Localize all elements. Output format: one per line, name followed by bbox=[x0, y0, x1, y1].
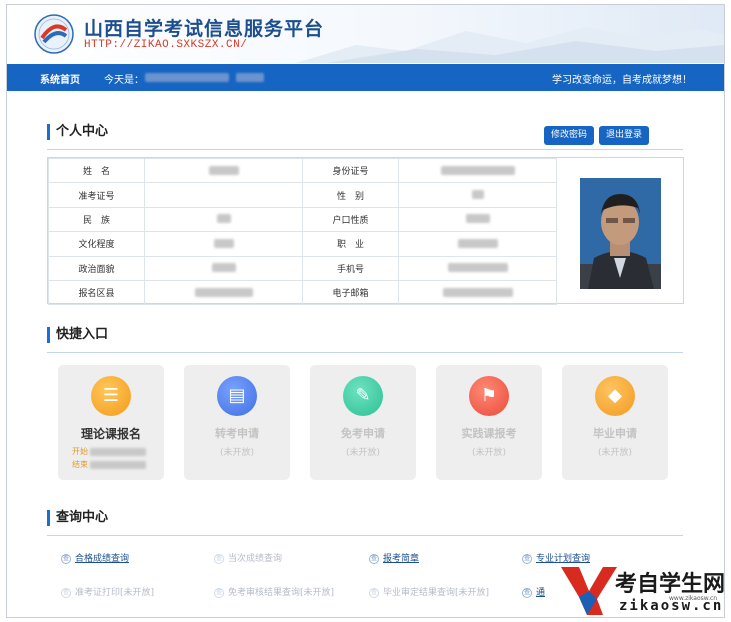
card-status: (未开放) bbox=[597, 448, 633, 458]
card-title: 转考申请 bbox=[215, 427, 259, 440]
watermark-logo: 考自学生网 zikaosw.cn www.zikaosw.cn bbox=[559, 561, 725, 617]
label-name: 姓 名 bbox=[48, 157, 145, 184]
redacted-value bbox=[465, 214, 490, 224]
card-title: 免考申请 bbox=[341, 427, 385, 440]
query-link-notice[interactable]: 查通 bbox=[522, 585, 545, 598]
flag-icon: ⚑ bbox=[469, 376, 509, 416]
query-link-admission-ticket[interactable]: 查准考证打印[未开放] bbox=[61, 585, 154, 598]
card-title: 毕业申请 bbox=[593, 427, 637, 440]
redacted-value bbox=[442, 287, 513, 297]
query-icon: 查 bbox=[522, 587, 532, 598]
nav-date-label: 今天是： bbox=[104, 75, 144, 86]
edit-icon: ✎ bbox=[343, 376, 383, 416]
card-title: 理论课报名 bbox=[80, 427, 141, 441]
card-status: (未开放) bbox=[219, 448, 255, 458]
label-email: 电子邮箱 bbox=[302, 279, 399, 306]
watermark-small: www.zikaosw.cn bbox=[669, 595, 717, 602]
label-household-type: 户口性质 bbox=[302, 206, 399, 233]
query-link-passed-scores[interactable]: 查合格成绩查询 bbox=[61, 551, 129, 564]
card-practical-registration[interactable]: ⚑ 实践课报考 (未开放) bbox=[436, 365, 542, 480]
query-icon: 查 bbox=[369, 587, 379, 598]
query-icon: 查 bbox=[214, 587, 224, 598]
profile-section-title: 个人中心 bbox=[47, 124, 108, 140]
card-exemption-application[interactable]: ✎ 免考申请 (未开放) bbox=[310, 365, 416, 480]
graduation-cap-icon: ◆ bbox=[595, 376, 635, 416]
site-title: 山西自学考试信息服务平台 bbox=[84, 19, 325, 40]
query-icon: 查 bbox=[61, 553, 71, 564]
redacted-value bbox=[211, 263, 236, 273]
redacted-value bbox=[447, 263, 508, 273]
query-icon: 查 bbox=[522, 553, 532, 564]
stack-icon: ☰ bbox=[91, 376, 131, 416]
quick-section-title: 快捷入口 bbox=[47, 327, 108, 343]
logout-button[interactable]: 退出登录 bbox=[599, 126, 650, 145]
card-status: (未开放) bbox=[471, 448, 507, 458]
document-icon: ▤ bbox=[217, 376, 257, 416]
query-link-current-scores[interactable]: 查当次成绩查询 bbox=[214, 551, 282, 564]
nav-home-link[interactable]: 系统首页 bbox=[40, 71, 80, 86]
label-gender: 性 别 bbox=[302, 182, 399, 208]
card-status: (未开放) bbox=[345, 448, 381, 458]
section-divider bbox=[47, 352, 683, 353]
page-frame: 山西自学考试信息服务平台 HTTP://ZIKAO.SXKSZX.CN/ 系统首… bbox=[6, 4, 725, 618]
label-exam-number: 准考证号 bbox=[48, 182, 145, 208]
site-header: 山西自学考试信息服务平台 HTTP://ZIKAO.SXKSZX.CN/ bbox=[7, 5, 724, 63]
label-occupation: 职 业 bbox=[302, 231, 399, 257]
card-start-time: 开始 bbox=[72, 446, 146, 457]
watermark-brand: 考自学生网 bbox=[615, 571, 725, 597]
card-theory-registration[interactable]: ☰ 理论课报名 开始 结束 bbox=[58, 365, 164, 480]
label-political-status: 政治面貌 bbox=[48, 255, 145, 281]
redacted-weekday bbox=[236, 73, 264, 82]
redacted-value bbox=[213, 238, 234, 248]
top-nav-bar: 系统首页 今天是： 学习改变命运，自考成就梦想！ bbox=[7, 64, 724, 91]
profile-info-table: 姓 名 身份证号 准考证号 性 别 民 族 户口性质 文化程度 职 业 政治面貌… bbox=[47, 157, 684, 306]
profile-photo bbox=[580, 178, 661, 289]
query-link-graduation-result[interactable]: 查毕业审定结果查询[未开放] bbox=[369, 585, 489, 598]
label-phone: 手机号 bbox=[302, 255, 399, 281]
query-section-title: 查询中心 bbox=[47, 510, 108, 526]
card-title: 实践课报考 bbox=[461, 427, 517, 440]
redacted-date bbox=[145, 73, 229, 82]
section-divider bbox=[47, 149, 683, 150]
mountain-decoration bbox=[296, 27, 724, 63]
query-link-exemption-result[interactable]: 查免考审核结果查询[未开放] bbox=[214, 585, 334, 598]
query-icon: 查 bbox=[369, 553, 379, 564]
card-transfer-application[interactable]: ▤ 转考申请 (未开放) bbox=[184, 365, 290, 480]
redacted-value bbox=[194, 287, 253, 297]
label-id-number: 身份证号 bbox=[302, 157, 399, 184]
query-link-exam-guide[interactable]: 查报考简章 bbox=[369, 551, 419, 564]
label-district: 报名区县 bbox=[48, 279, 145, 306]
section-divider bbox=[47, 535, 683, 536]
redacted-value bbox=[208, 165, 239, 175]
redacted-value bbox=[457, 238, 498, 248]
site-url[interactable]: HTTP://ZIKAO.SXKSZX.CN/ bbox=[84, 39, 247, 51]
label-education: 文化程度 bbox=[48, 231, 145, 257]
card-graduation-application[interactable]: ◆ 毕业申请 (未开放) bbox=[562, 365, 668, 480]
change-password-button[interactable]: 修改密码 bbox=[544, 126, 595, 145]
redacted-value bbox=[216, 214, 231, 224]
redacted-value bbox=[471, 190, 484, 200]
redacted-value bbox=[440, 165, 515, 175]
query-icon: 查 bbox=[214, 553, 224, 564]
card-end-time: 结束 bbox=[72, 459, 146, 470]
nav-slogan: 学习改变命运，自考成就梦想！ bbox=[552, 75, 692, 86]
site-logo bbox=[34, 14, 74, 54]
label-ethnicity: 民 族 bbox=[48, 206, 145, 233]
query-icon: 查 bbox=[61, 587, 71, 598]
